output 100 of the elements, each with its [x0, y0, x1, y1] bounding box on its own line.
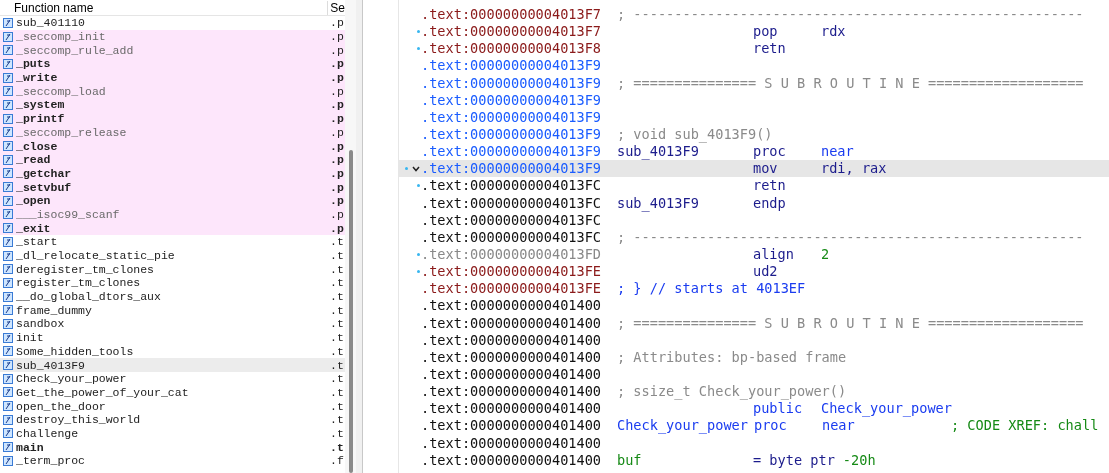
- operand: Check_your_power: [821, 400, 952, 418]
- address: .text:0000000000401400: [421, 331, 603, 349]
- function-name: init: [16, 331, 45, 345]
- address: .text:00000000004013F9: [421, 108, 603, 126]
- comment: ; =============== S U B R O U T I N E ===================: [617, 314, 1084, 332]
- function-icon: [3, 154, 13, 165]
- function-icon: [3, 113, 13, 124]
- address: .text:00000000004013FE: [421, 280, 603, 298]
- function-icon: [3, 168, 13, 179]
- code-label: sub_4013F9: [617, 143, 699, 160]
- segment-name: .p: [330, 166, 344, 180]
- segment-name: .p: [330, 207, 344, 221]
- function-row[interactable]: sub_401110 .p: [0, 16, 345, 30]
- function-row[interactable]: _term_proc .f: [0, 454, 345, 468]
- function-row[interactable]: main .t: [0, 440, 345, 454]
- segment-name: .f: [330, 454, 344, 468]
- function-row[interactable]: _seccomp_rule_add .p: [0, 43, 345, 58]
- function-row[interactable]: _start .t: [0, 235, 345, 249]
- function-name: sandbox: [16, 317, 66, 331]
- function-row[interactable]: _close .p: [0, 139, 345, 153]
- mnemonic: = byte ptr: [753, 451, 835, 469]
- function-name: __do_global_dtors_aux: [16, 290, 162, 304]
- mnemonic: retn: [753, 40, 787, 58]
- mnemonic: public: [753, 400, 804, 418]
- function-name: Some_hidden_tools: [16, 344, 135, 358]
- function-icon: [3, 428, 13, 439]
- function-name: Check_your_power: [16, 372, 128, 386]
- function-icon: [3, 401, 13, 412]
- address: .text:00000000004013F9: [421, 74, 603, 92]
- function-row[interactable]: register_tm_clones .t: [0, 276, 345, 290]
- function-name: _close: [16, 139, 59, 153]
- function-name: open_the_door: [16, 399, 107, 413]
- function-row[interactable]: _system .p: [0, 98, 345, 112]
- address: .text:00000000004013FC: [421, 177, 603, 195]
- segment-name: .p: [330, 16, 344, 30]
- mnemonic: pop: [753, 23, 779, 41]
- address: .text:0000000000401400: [421, 366, 603, 383]
- address: .text:0000000000401400: [421, 417, 603, 435]
- function-name: _exit: [16, 221, 52, 235]
- function-icon: [3, 72, 13, 83]
- scrollbar-thumb[interactable]: [348, 150, 353, 473]
- segment-name: .p: [330, 43, 344, 57]
- function-name: _seccomp_release: [16, 125, 128, 139]
- function-icon: [3, 442, 13, 453]
- xref-comment: ; CODE XREF: chall: [951, 417, 1099, 435]
- function-row[interactable]: _setvbuf .p: [0, 180, 345, 194]
- function-icon: [3, 141, 13, 152]
- function-icon: [3, 45, 13, 56]
- function-name: _getchar: [16, 166, 73, 180]
- segment-name: .t: [330, 385, 344, 399]
- function-row[interactable]: sandbox .t: [0, 317, 345, 331]
- address: .text:0000000000401400: [421, 451, 603, 469]
- function-icon: [3, 264, 13, 275]
- segment-name: .t: [330, 426, 344, 440]
- function-icon: [3, 277, 13, 288]
- comment: ; -------------------------------------------------------: [617, 6, 1084, 24]
- function-icon: [3, 31, 13, 42]
- operand: rdi, rax: [821, 160, 887, 178]
- function-row[interactable]: deregister_tm_clones .t: [0, 262, 345, 277]
- operand: -20h: [842, 451, 876, 469]
- segment-name: .t: [330, 331, 344, 345]
- function-name: main: [16, 440, 45, 454]
- comment: ; -------------------------------------------------------: [617, 228, 1084, 246]
- function-icon: [3, 318, 13, 329]
- function-icon: [3, 414, 13, 425]
- function-row[interactable]: open_the_door .t: [0, 399, 345, 413]
- function-row[interactable]: _puts .p: [0, 57, 345, 71]
- address: .text:00000000004013F9: [421, 126, 603, 144]
- segment-name: .p: [330, 84, 344, 98]
- comment: ; ssize_t Check_your_power(): [617, 383, 847, 401]
- address: .text:00000000004013F7: [421, 23, 603, 41]
- operand: 2: [821, 246, 830, 264]
- segment-name: .p: [330, 98, 344, 112]
- segment-name: .t: [330, 413, 344, 427]
- address: .text:00000000004013FC: [421, 211, 603, 229]
- column-header[interactable]: Function name: [0, 0, 329, 15]
- segment-name: .t: [330, 440, 344, 454]
- function-name: _system: [16, 98, 66, 112]
- address: .text:00000000004013FE: [421, 263, 603, 281]
- address: .text:00000000004013F8: [421, 40, 603, 58]
- function-row[interactable]: frame_dummy .t: [0, 303, 345, 318]
- function-row[interactable]: sub_4013F9 .t: [0, 358, 345, 372]
- segment-name: .p: [330, 153, 344, 167]
- segment-name: .t: [330, 290, 344, 304]
- collapse-chevron-icon[interactable]: [412, 165, 420, 172]
- segment-name: .t: [330, 276, 344, 290]
- column-header[interactable]: Se: [328, 0, 345, 15]
- function-name: _dl_relocate_static_pie: [16, 249, 176, 263]
- address: .text:0000000000401400: [421, 348, 603, 366]
- code-label: Check_your_power: [617, 417, 748, 434]
- function-row[interactable]: _exit .p: [0, 221, 345, 235]
- function-row[interactable]: _seccomp_load .p: [0, 84, 345, 99]
- address: .text:00000000004013F7: [421, 6, 603, 24]
- mnemonic: proc: [753, 417, 788, 435]
- segment-name: .t: [330, 303, 344, 317]
- address: .text:00000000004013F9: [421, 91, 603, 109]
- address: .text:0000000000401400: [421, 400, 603, 418]
- segment-name: .p: [330, 139, 344, 153]
- function-name: _open: [16, 194, 52, 208]
- function-name: _seccomp_load: [16, 84, 107, 98]
